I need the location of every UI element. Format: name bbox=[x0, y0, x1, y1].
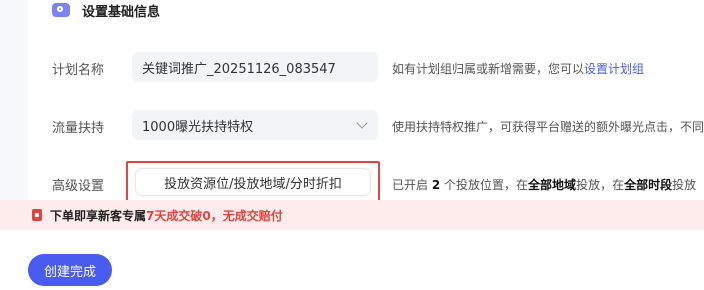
adv-hint-region: 全部地域 bbox=[528, 178, 577, 192]
traffic-support-label: 流量扶持 bbox=[52, 121, 105, 136]
promo-highlight: 7天成交破0，无成交赔付 bbox=[146, 208, 283, 223]
section-header: 设置基础信息 bbox=[52, 0, 160, 20]
create-complete-button[interactable]: 创建完成 bbox=[28, 254, 112, 286]
plan-name-hint: 如有计划组归属或新增需要，您可以设置计划组 bbox=[392, 60, 644, 77]
settings-card-icon bbox=[52, 3, 70, 17]
adv-hint-part: 已开启 bbox=[392, 178, 429, 192]
promo-banner: 下单即享新客专属 7天成交破0，无成交赔付 bbox=[0, 200, 704, 230]
advanced-settings-label: 高级设置 bbox=[52, 179, 105, 194]
section-title: 设置基础信息 bbox=[82, 4, 161, 20]
advanced-settings-button[interactable]: 投放资源位/投放地域/分时折扣 bbox=[136, 169, 370, 195]
chevron-down-icon bbox=[356, 117, 368, 129]
red-envelope-icon bbox=[32, 209, 42, 221]
set-plan-group-link[interactable]: 设置计划组 bbox=[584, 62, 644, 76]
plan-name-hint-text: 如有计划组归属或新增需要，您可以 bbox=[392, 62, 585, 76]
adv-hint-part: 个投放位置，在 bbox=[444, 178, 529, 192]
promo-text: 下单即享新客专属 bbox=[50, 208, 147, 223]
plan-name-value: 关键词推广_20251126_083547 bbox=[142, 61, 336, 77]
left-panel-strip bbox=[0, 0, 28, 200]
advanced-settings-hint: 已开启 2 个投放位置，在全部地域投放，在全部时段投放 bbox=[392, 176, 696, 193]
adv-hint-time: 全部时段 bbox=[624, 178, 673, 192]
traffic-support-hint: 使用扶持特权推广，可获得平台赠送的额外曝光点击，不同 bbox=[392, 120, 704, 134]
adv-hint-part: 投放 bbox=[672, 178, 697, 192]
adv-hint-count: 2 bbox=[431, 178, 441, 192]
adv-hint-part: 投放，在 bbox=[576, 178, 625, 192]
traffic-support-select[interactable]: 1000曝光扶持特权 bbox=[132, 110, 378, 140]
plan-name-label: 计划名称 bbox=[52, 63, 105, 78]
plan-name-input[interactable]: 关键词推广_20251126_083547 bbox=[132, 52, 378, 82]
advanced-settings-highlight: 投放资源位/投放地域/分时折扣 bbox=[126, 161, 380, 203]
traffic-support-value: 1000曝光扶持特权 bbox=[142, 119, 254, 135]
